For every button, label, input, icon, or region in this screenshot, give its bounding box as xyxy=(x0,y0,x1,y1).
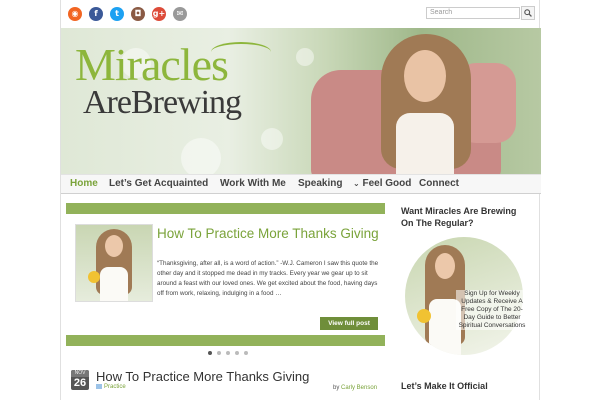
banner-bokeh xyxy=(261,128,283,150)
search-input[interactable]: Search xyxy=(426,7,520,19)
nav-lets-get-acquainted[interactable]: Let’s Get Acquainted xyxy=(109,178,208,189)
rss-icon[interactable]: ◉ xyxy=(68,7,82,21)
folder-icon xyxy=(96,384,102,389)
slider-dot[interactable] xyxy=(244,351,248,355)
post-author-link[interactable]: Carly Benson xyxy=(341,385,377,391)
slider-dot[interactable] xyxy=(217,351,221,355)
site-logo-line1[interactable]: Miracles xyxy=(75,42,229,88)
post-date-month: NOV xyxy=(71,370,89,377)
slider-dot[interactable] xyxy=(235,351,239,355)
sidebar-heading-newsletter: Want Miracles Are Brewing On The Regular… xyxy=(401,206,517,228)
nav-work-with-me[interactable]: Work With Me xyxy=(220,178,286,189)
thumb-face xyxy=(105,235,123,257)
search-icon xyxy=(524,9,532,17)
instagram-icon[interactable]: ◘ xyxy=(131,7,145,21)
post-date-day: 26 xyxy=(73,377,87,389)
top-bar: ◉ f t ◘ g+ ✉ Search xyxy=(61,0,541,28)
nav-home[interactable]: Home xyxy=(70,178,98,189)
site-logo-line2[interactable]: AreBrewing xyxy=(83,86,242,120)
optin-face xyxy=(435,253,455,279)
header-banner: Miracles AreBrewing xyxy=(61,28,541,174)
search-button[interactable] xyxy=(521,6,535,20)
nav-connect[interactable]: Connect xyxy=(419,178,459,189)
post-category-label: Practice xyxy=(104,384,126,391)
post-title[interactable]: How To Practice More Thanks Giving xyxy=(96,369,309,384)
post-byline: by Carly Benson xyxy=(333,385,377,391)
sunflower-icon xyxy=(88,271,100,283)
optin-text[interactable]: Sign Up for Weekly Updates & Receive A F… xyxy=(456,290,528,330)
thumb-top xyxy=(100,267,128,301)
nav-speaking[interactable]: Speaking xyxy=(298,178,342,189)
banner-portrait-face xyxy=(404,50,446,102)
slider-top-bar xyxy=(66,203,385,214)
post-by-label: by xyxy=(333,385,340,391)
nav-feel-good-label: Feel Good xyxy=(362,178,412,189)
slide-thumbnail[interactable] xyxy=(75,224,153,302)
slider-dot[interactable] xyxy=(208,351,212,355)
sunflower-icon xyxy=(417,309,431,323)
sidebar-heading-official: Let’s Make It Official xyxy=(401,381,488,391)
facebook-icon[interactable]: f xyxy=(89,7,103,21)
slider-dot[interactable] xyxy=(226,351,230,355)
post-date-badge: NOV 26 xyxy=(71,370,89,390)
slide-title[interactable]: How To Practice More Thanks Giving xyxy=(157,226,382,242)
post-category[interactable]: Practice xyxy=(96,384,126,390)
social-icons: ◉ f t ◘ g+ ✉ xyxy=(68,7,187,21)
googleplus-icon[interactable]: g+ xyxy=(152,7,166,21)
email-icon[interactable]: ✉ xyxy=(173,7,187,21)
banner-bokeh xyxy=(181,138,221,174)
slide-excerpt: “Thanksgiving, after all, is a word of a… xyxy=(157,260,379,297)
main-nav: Home Let’s Get Acquainted Work With Me S… xyxy=(61,174,541,194)
page: ◉ f t ◘ g+ ✉ Search Miracles AreBrewing Home … xyxy=(60,0,541,400)
nav-feel-good[interactable]: ⌄ Feel Good xyxy=(353,178,411,189)
chevron-down-icon: ⌄ xyxy=(353,179,360,188)
slider-bottom-bar xyxy=(66,335,385,346)
banner-portrait-top xyxy=(396,113,454,174)
slider-pagination xyxy=(208,351,248,355)
view-full-post-button[interactable]: View full post xyxy=(320,317,378,330)
twitter-icon[interactable]: t xyxy=(110,7,124,21)
banner-bokeh xyxy=(296,48,314,66)
